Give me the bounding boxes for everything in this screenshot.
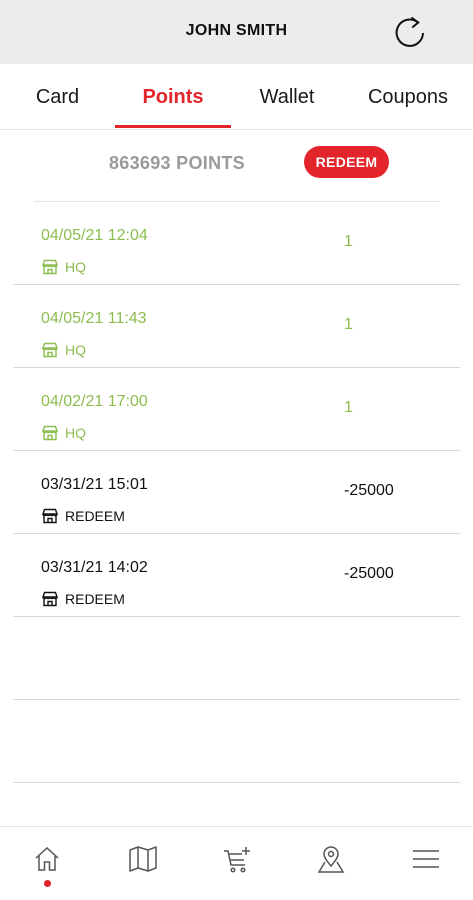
nav-map[interactable] bbox=[113, 827, 173, 900]
app-header: JOHN SMITH bbox=[0, 0, 473, 64]
transaction-location: REDEEM bbox=[41, 508, 125, 524]
store-icon bbox=[41, 425, 59, 441]
transaction-amount: 1 bbox=[344, 233, 353, 250]
tab-wallet[interactable]: Wallet bbox=[231, 64, 343, 130]
store-icon bbox=[41, 591, 59, 607]
store-icon bbox=[41, 342, 59, 358]
transaction-list: 04/05/21 12:04 HQ 1 04/05/21 11:43 HQ 1 … bbox=[13, 202, 460, 783]
location-pin-icon bbox=[317, 846, 345, 873]
bottom-navigation bbox=[0, 826, 473, 900]
transaction-date: 04/02/21 17:00 bbox=[41, 393, 148, 410]
store-icon bbox=[41, 508, 59, 524]
transaction-row[interactable]: 03/31/21 14:02 REDEEM -25000 bbox=[13, 534, 460, 617]
transaction-location: HQ bbox=[41, 259, 86, 275]
refresh-button[interactable] bbox=[389, 12, 431, 54]
transaction-location: HQ bbox=[41, 342, 86, 358]
points-balance: 863693 POINTS bbox=[109, 153, 245, 173]
cart-add-icon bbox=[224, 847, 250, 873]
menu-icon bbox=[413, 850, 439, 868]
tab-coupons[interactable]: Coupons bbox=[343, 64, 473, 130]
transaction-location-label: HQ bbox=[65, 425, 86, 441]
store-icon bbox=[41, 259, 59, 275]
tab-points[interactable]: Points bbox=[115, 64, 231, 130]
tab-bar: Card Points Wallet Coupons bbox=[0, 64, 473, 130]
nav-locations[interactable] bbox=[301, 827, 361, 900]
transaction-row-placeholder bbox=[13, 700, 460, 783]
transaction-amount: -25000 bbox=[344, 482, 394, 499]
transaction-row[interactable]: 04/05/21 11:43 HQ 1 bbox=[13, 285, 460, 368]
transaction-row-placeholder bbox=[13, 617, 460, 700]
map-icon bbox=[129, 846, 157, 872]
nav-menu[interactable] bbox=[396, 827, 456, 900]
transaction-location-label: REDEEM bbox=[65, 591, 125, 607]
transaction-location-label: REDEEM bbox=[65, 508, 125, 524]
transaction-row[interactable]: 04/05/21 12:04 HQ 1 bbox=[13, 202, 460, 285]
home-icon bbox=[35, 846, 59, 871]
transaction-amount: 1 bbox=[344, 399, 353, 416]
nav-home[interactable] bbox=[17, 827, 77, 900]
transaction-row[interactable]: 03/31/21 15:01 REDEEM -25000 bbox=[13, 451, 460, 534]
transaction-row[interactable]: 04/02/21 17:00 HQ 1 bbox=[13, 368, 460, 451]
transaction-date: 04/05/21 11:43 bbox=[41, 310, 147, 327]
active-nav-indicator bbox=[44, 880, 51, 887]
points-summary: 863693 POINTS REDEEM bbox=[0, 130, 473, 198]
transaction-location-label: HQ bbox=[65, 342, 86, 358]
transaction-amount: -25000 bbox=[344, 565, 394, 582]
transaction-date: 03/31/21 14:02 bbox=[41, 559, 148, 576]
transaction-date: 03/31/21 15:01 bbox=[41, 476, 148, 493]
transaction-date: 04/05/21 12:04 bbox=[41, 227, 148, 244]
redeem-button[interactable]: REDEEM bbox=[304, 146, 389, 178]
active-tab-indicator bbox=[115, 125, 231, 128]
transaction-location: REDEEM bbox=[41, 591, 125, 607]
transaction-location: HQ bbox=[41, 425, 86, 441]
transaction-location-label: HQ bbox=[65, 259, 86, 275]
nav-order[interactable] bbox=[207, 827, 267, 900]
tab-card[interactable]: Card bbox=[0, 64, 115, 130]
refresh-icon bbox=[395, 16, 424, 47]
transaction-amount: 1 bbox=[344, 316, 353, 333]
